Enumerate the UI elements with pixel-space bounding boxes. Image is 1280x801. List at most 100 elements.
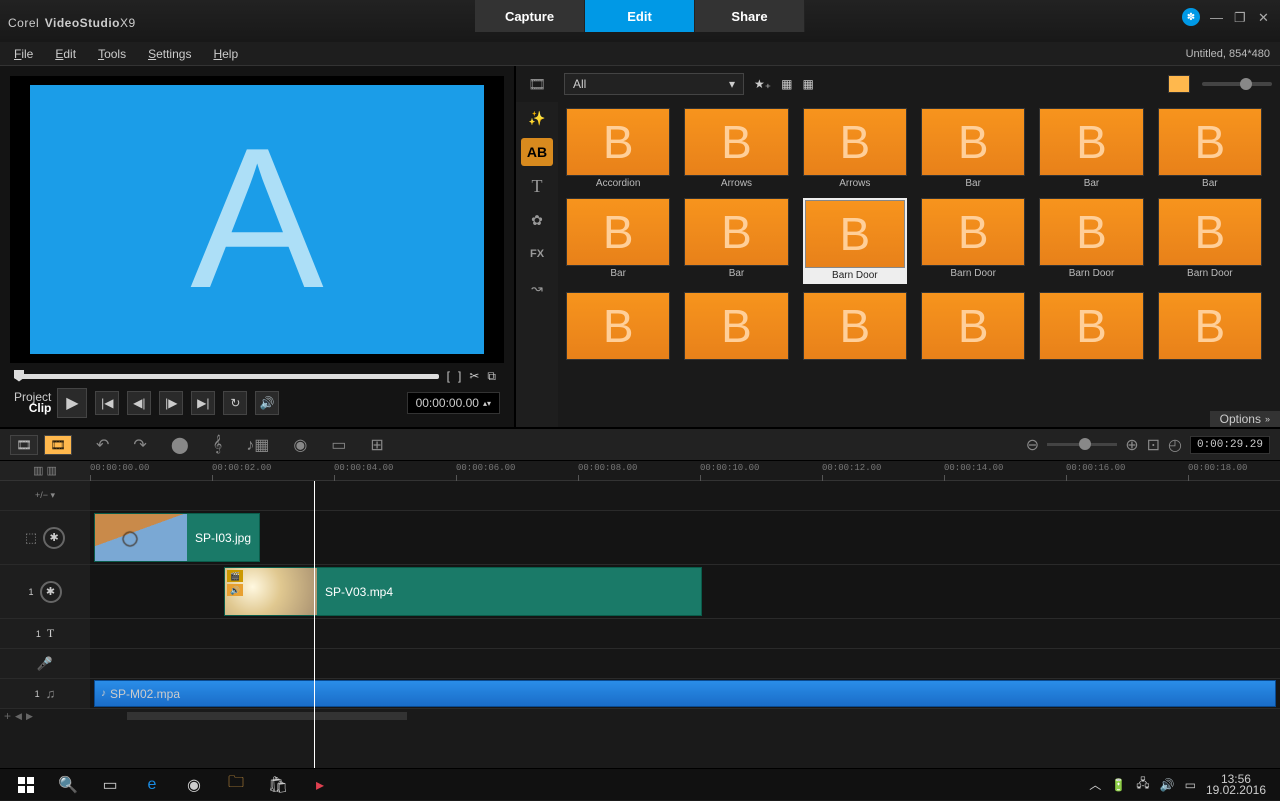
taskview-button[interactable]: ▭ [90,769,130,801]
tray-network-icon[interactable]: 🖧 [1136,774,1149,795]
transition-item[interactable]: BBarn Door [921,198,1025,284]
menu-tools[interactable]: Tools [98,47,126,61]
transition-item[interactable]: BArrows [684,108,788,190]
thumbnail-view-button[interactable] [1168,75,1190,93]
prev-frame-button[interactable]: ◀| [127,391,151,415]
lib-tool-b-icon[interactable]: ▦ [802,77,813,91]
music-track-head[interactable]: 1 ♫ [0,679,90,708]
audio-mixer-button[interactable]: 𝄞 [213,436,222,454]
clip-video-a[interactable]: SP-I03.jpg [94,513,260,562]
store-icon[interactable]: 🛍 [258,769,298,801]
motion-track-button[interactable]: ◉ [293,435,307,455]
scroll-right-button[interactable]: ▶ [26,711,33,722]
snapshot-icon[interactable]: ⧉ [487,369,496,384]
lib-tab-transition[interactable]: AB [521,138,553,166]
tray-volume-icon[interactable]: 🔊 [1160,778,1175,792]
title-track-head[interactable]: 1 T [0,619,90,648]
volume-button[interactable]: 🔊 [255,391,279,415]
options-panel-toggle[interactable]: Options » [1210,411,1280,427]
clip-video-b[interactable]: 🎬🔊 SP-V03.mp4 [224,567,702,616]
transition-item[interactable]: B [684,292,788,374]
library-filter-dropdown[interactable]: All▾ [564,73,744,95]
tray-chevron-icon[interactable]: ︿ [1089,776,1101,793]
edge-icon[interactable]: e [132,769,172,801]
transition-item[interactable]: BBar [921,108,1025,190]
preview-canvas[interactable]: A [10,76,504,363]
transition-item[interactable]: BBar [684,198,788,284]
minimize-button[interactable]: — [1210,10,1224,24]
menu-file[interactable]: File [14,47,33,61]
close-button[interactable]: ✕ [1258,10,1272,24]
undo-button[interactable]: ↶ [96,435,109,455]
transition-item[interactable]: B [1158,292,1262,374]
restore-button[interactable]: ❐ [1234,10,1248,24]
transition-item[interactable]: BBar [1158,108,1262,190]
subtitle-button[interactable]: ▭ [331,435,346,455]
tab-share[interactable]: Share [695,0,805,32]
video-track-head[interactable]: ⬚ ✱ [0,511,90,564]
help-globe-icon[interactable]: ✽ [1182,8,1200,26]
mark-out-icon[interactable]: ] [458,369,461,384]
videostudio-taskbar-icon[interactable]: ▸ [300,769,340,801]
tray-battery-icon[interactable]: 🔋 [1111,778,1126,792]
lib-tab-media[interactable]: 🎞 [521,70,553,98]
menu-help[interactable]: Help [213,47,238,61]
taskbar-date[interactable]: 19.02.2016 [1206,785,1266,796]
timeline-ruler[interactable]: 00:00:00.0000:00:02.0000:00:04.0000:00:0… [90,461,1280,480]
next-frame-button[interactable]: |▶ [159,391,183,415]
add-track-button[interactable]: + [4,709,11,723]
end-button[interactable]: ▶| [191,391,215,415]
steam-icon[interactable]: ◉ [174,769,214,801]
multi-view-button[interactable]: ⊞ [370,435,383,455]
lib-tab-instantfx[interactable]: ✨ [521,104,553,132]
overlay-track-head[interactable]: 1✱ [0,565,90,618]
record-button[interactable]: ⬤ [171,435,189,455]
lib-tab-title[interactable]: T [521,172,553,200]
marker-track-head[interactable]: +/− ▾ [0,481,90,510]
scrub-bar[interactable] [14,374,439,379]
transition-item[interactable]: BArrows [803,108,907,190]
repeat-button[interactable]: ↻ [223,391,247,415]
mark-in-icon[interactable]: [ [447,369,450,384]
track-header-toggle[interactable]: ▥ ▥ [0,461,90,480]
transition-item[interactable]: B [803,292,907,374]
transition-item[interactable]: BBarn Door [1158,198,1262,284]
zoom-out-button[interactable]: ⊖ [1026,435,1039,455]
split-icon[interactable]: ✂ [469,369,479,384]
storyboard-view-button[interactable]: 🎞 [10,435,38,455]
transition-item[interactable]: BBarn Door [1039,198,1143,284]
transition-item[interactable]: B [921,292,1025,374]
lib-tool-a-icon[interactable]: ▦ [781,77,792,91]
start-button[interactable] [6,769,46,801]
zoom-slider[interactable] [1047,443,1117,446]
lib-tab-path[interactable]: ↝ [521,274,553,302]
home-button[interactable]: |◀ [95,391,119,415]
explorer-icon[interactable]: 🗀 [216,769,256,801]
play-button[interactable]: ▶ [57,388,87,418]
transition-item[interactable]: B [566,292,670,374]
add-favorite-icon[interactable]: ★₊ [754,77,771,91]
clip-audio[interactable]: ♪SP-M02.mpa [94,680,1276,707]
tray-action-center-icon[interactable]: ▭ [1185,778,1196,792]
voice-track-head[interactable]: 🎤 [0,649,90,678]
fit-project-button[interactable]: ⊡ [1147,435,1160,455]
tab-capture[interactable]: Capture [475,0,585,32]
thumbnail-size-slider[interactable] [1202,82,1272,86]
transition-item[interactable]: B [1039,292,1143,374]
lib-tab-graphic[interactable]: ✿ [521,206,553,234]
redo-button[interactable]: ↷ [133,435,146,455]
lib-tab-filter[interactable]: FX [521,240,553,268]
tab-edit[interactable]: Edit [585,0,695,32]
zoom-in-button[interactable]: ⊕ [1125,435,1138,455]
search-button[interactable]: 🔍 [48,769,88,801]
transition-item[interactable]: BBarn Door [803,198,907,284]
playhead[interactable] [314,481,315,768]
transition-item[interactable]: BAccordion [566,108,670,190]
menu-edit[interactable]: Edit [55,47,76,61]
transition-item[interactable]: BBar [1039,108,1143,190]
scroll-left-button[interactable]: ◀ [15,711,22,722]
mode-clip-label[interactable]: Clip [14,403,51,414]
timeline-view-button[interactable]: 🎞 [44,435,72,455]
auto-music-button[interactable]: ♪▦ [246,435,269,455]
preview-timecode[interactable]: 00:00:00.00▴▾ [407,392,500,414]
